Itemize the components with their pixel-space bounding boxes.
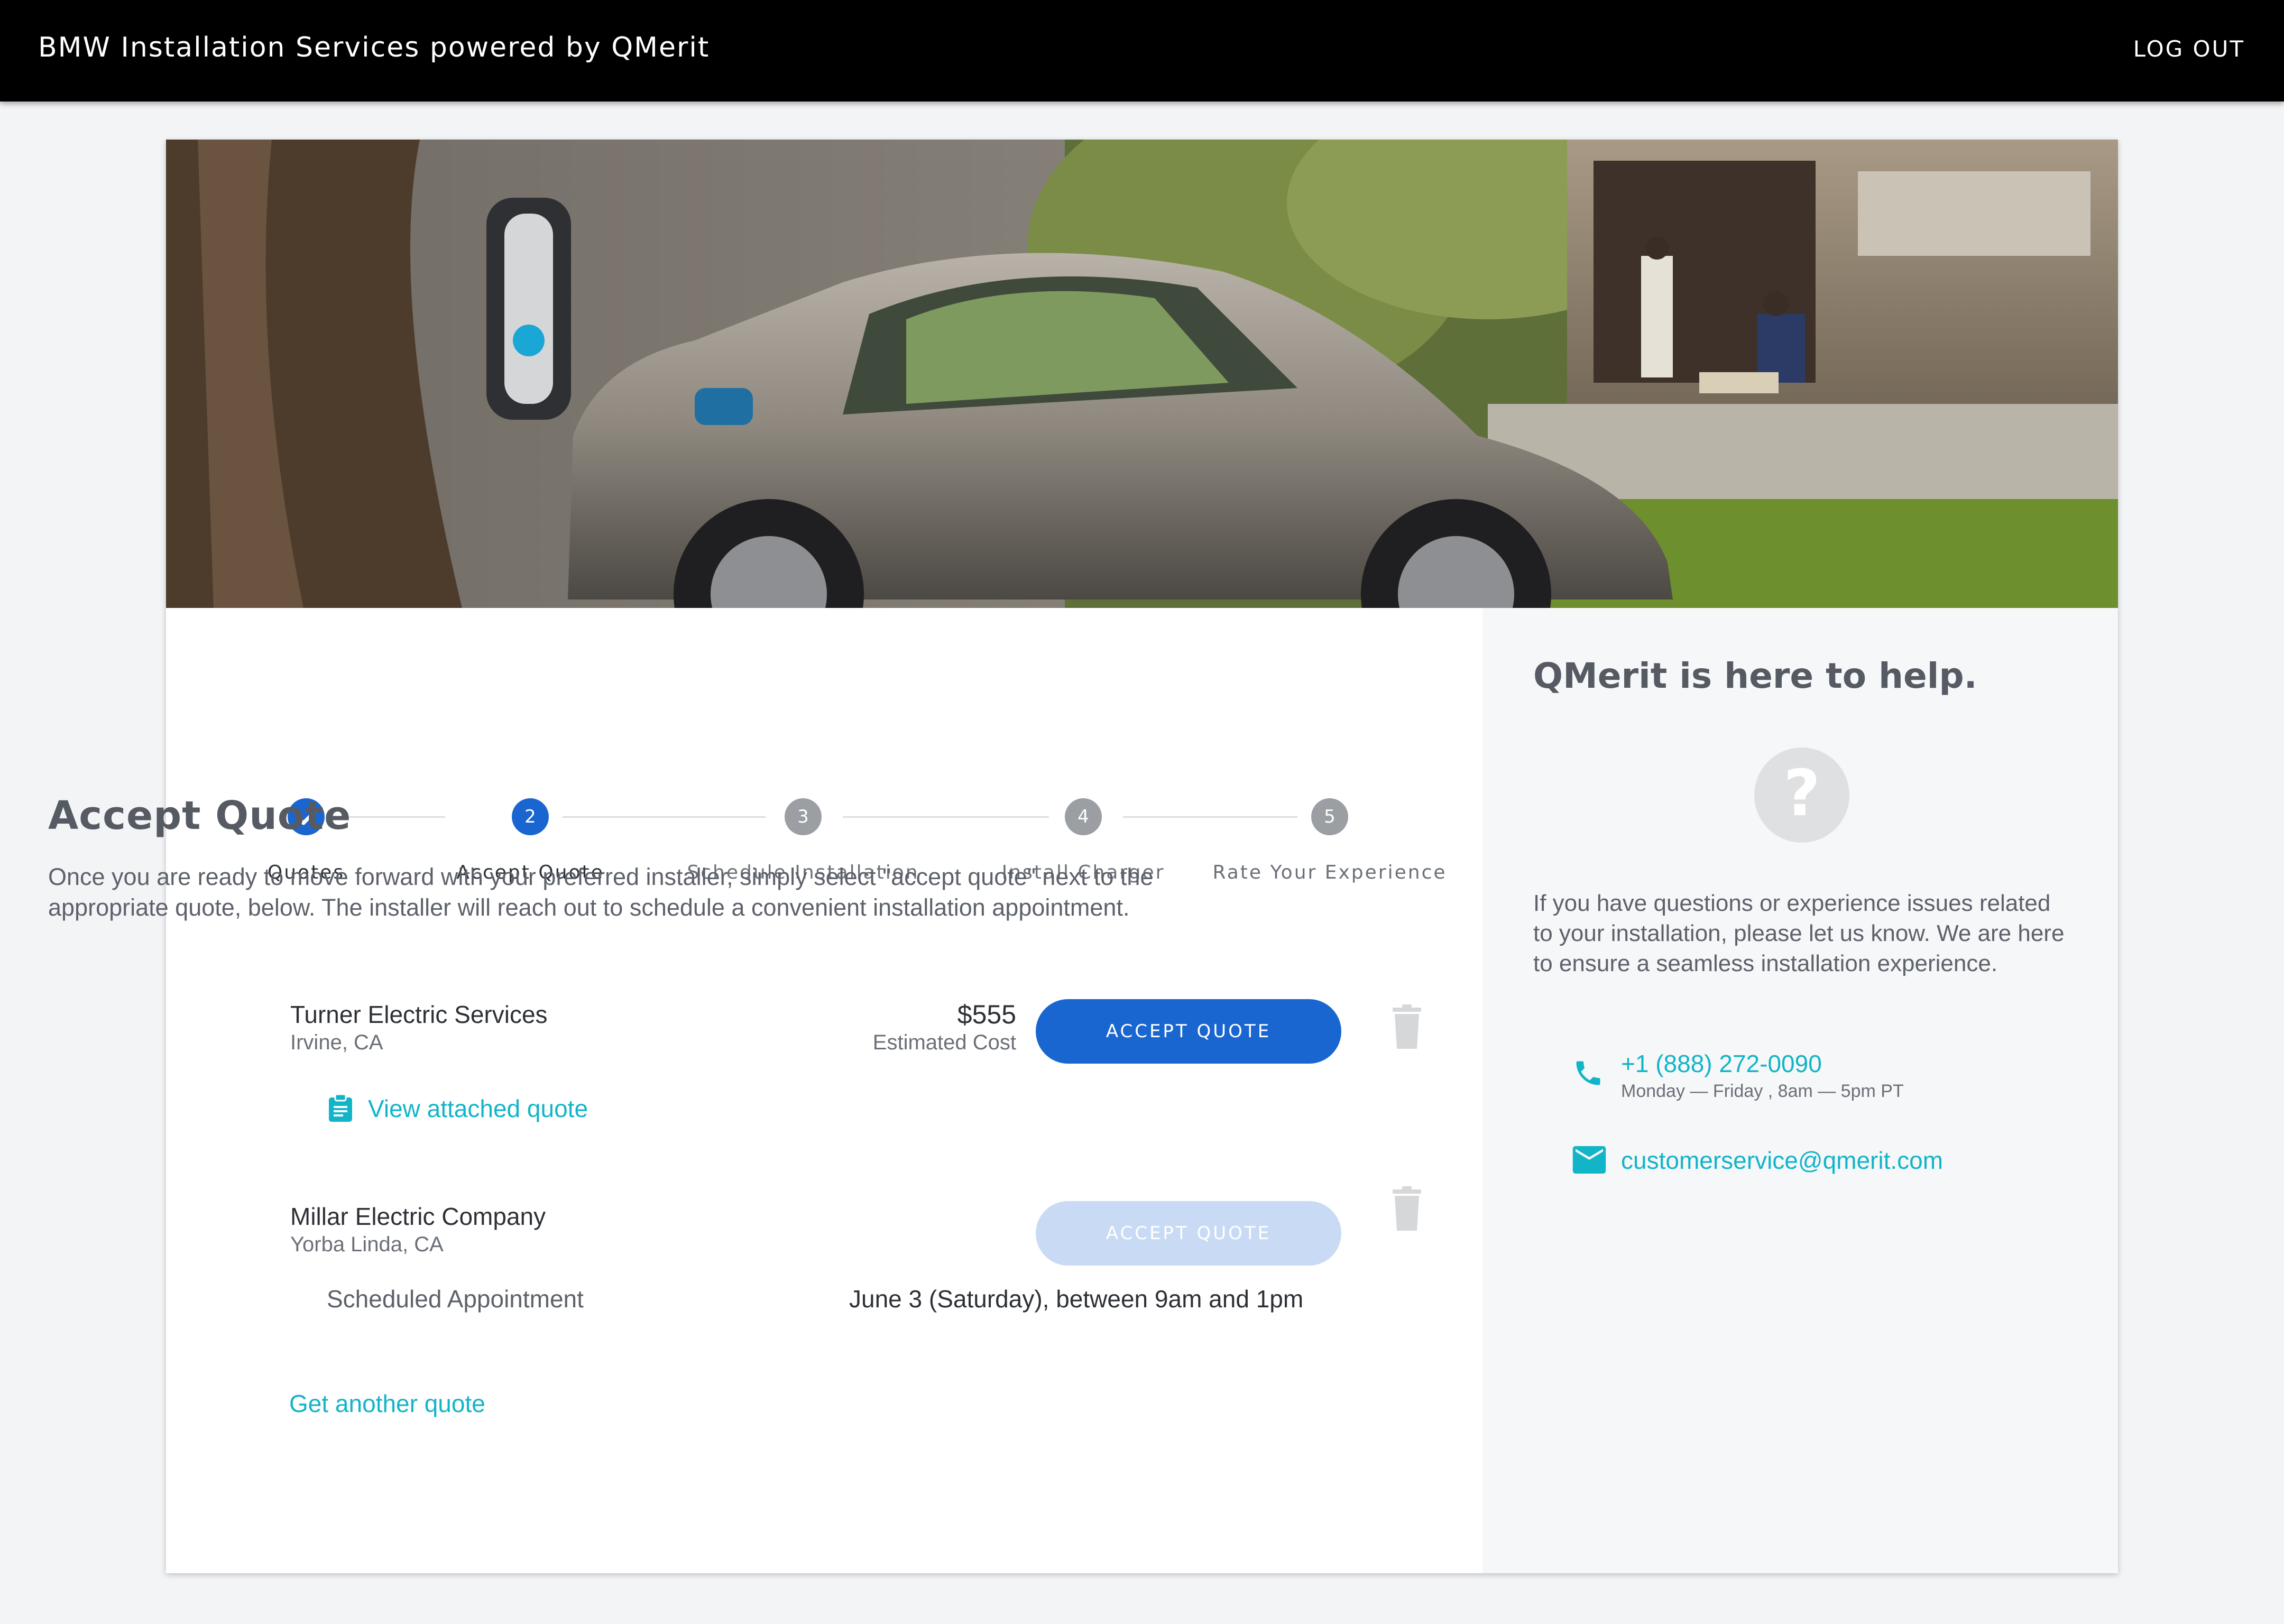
quote-2-installer-location: Yorba Linda, CA xyxy=(290,1233,444,1256)
help-text: If you have questions or experience issu… xyxy=(1533,890,2065,976)
stepper-connector xyxy=(563,816,766,818)
phone-icon xyxy=(1576,1061,1600,1085)
intro-text: Once you are ready to move forward with … xyxy=(48,863,1154,921)
accept-quote-button[interactable]: ACCEPT QUOTE xyxy=(1036,999,1341,1064)
main-panel: Quotes 2 Accept Quote 3 Schedule Install… xyxy=(166,608,1482,1573)
trash-icon[interactable] xyxy=(1390,1186,1423,1232)
scheduled-appointment-value: June 3 (Saturday), between 9am and 1pm xyxy=(849,1285,1304,1313)
question-icon: ? xyxy=(1754,748,1849,843)
app-title: BMW Installation Services powered by QMe… xyxy=(38,32,710,63)
quote-1-price: $555 xyxy=(957,1000,1016,1029)
get-another-quote-link[interactable]: Get another quote xyxy=(289,1389,485,1418)
mail-icon xyxy=(1572,1146,1606,1174)
help-title: QMerit is here to help. xyxy=(1533,656,1977,696)
phone-link[interactable]: +1 (888) 272-0090 xyxy=(1621,1049,1822,1078)
step-3[interactable]: 3 xyxy=(785,798,822,835)
quote-2-installer-name: Millar Electric Company xyxy=(290,1203,546,1230)
main-card: Quotes 2 Accept Quote 3 Schedule Install… xyxy=(166,140,2118,1573)
step-4[interactable]: 4 xyxy=(1065,798,1102,835)
accept-quote-button-disabled[interactable]: ACCEPT QUOTE xyxy=(1036,1201,1341,1266)
quote-1-price-label: Estimated Cost xyxy=(872,1031,1016,1054)
step-2-current[interactable]: 2 xyxy=(512,798,549,835)
stepper-connector xyxy=(1123,816,1297,818)
stepper-connector xyxy=(843,816,1049,818)
top-navigation-bar: BMW Installation Services powered by QMe… xyxy=(0,0,2284,102)
email-link[interactable]: customerservice@qmerit.com xyxy=(1621,1146,1943,1175)
trash-icon[interactable] xyxy=(1390,1004,1423,1050)
quote-1-installer-name: Turner Electric Services xyxy=(290,1001,548,1028)
svg-text:?: ? xyxy=(1783,757,1820,831)
view-attached-quote-link[interactable]: View attached quote xyxy=(368,1094,588,1123)
hero-image xyxy=(166,140,2118,608)
scheduled-appointment-label: Scheduled Appointment xyxy=(327,1285,584,1313)
clipboard-icon xyxy=(329,1093,352,1122)
step-5[interactable]: 5 xyxy=(1311,798,1348,835)
logout-button[interactable]: LOG OUT xyxy=(2133,36,2245,62)
page-title: Accept Quote xyxy=(48,793,352,838)
support-hours: Monday — Friday , 8am — 5pm PT xyxy=(1621,1081,1904,1101)
quote-1-installer-location: Irvine, CA xyxy=(290,1031,383,1054)
